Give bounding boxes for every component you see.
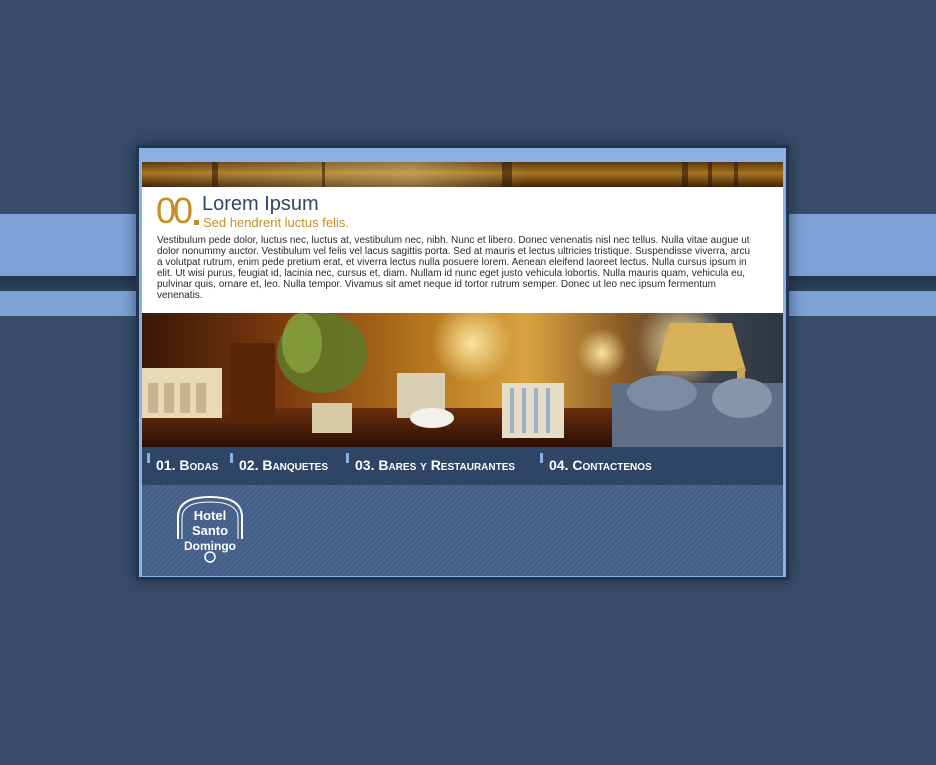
header-beam [502,162,512,187]
section-subtitle: Sed hendrerit luctus felis. [203,215,349,230]
nav-item-bares-restaurantes[interactable]: 03. Bares y Restaurantes [346,453,515,477]
header-beam [734,162,738,187]
nav-item-contactenos[interactable]: 04. Contactenos [540,453,652,477]
page-frame: 00 Lorem Ipsum Sed hendrerit luctus feli… [136,145,789,580]
nav-item-bodas[interactable]: 01. Bodas [147,453,218,477]
logo-text-domingo: Domingo [184,539,236,553]
logo-text-hotel: Hotel [194,508,227,523]
lobby-photo-illustration [142,313,783,447]
section-number-dot [194,220,199,225]
section-body-text: Vestibulum pede dolor, luctus nec, luctu… [157,235,751,301]
hotel-logo[interactable]: Hotel Santo Domingo [172,493,248,565]
header-beam [682,162,688,187]
section-title: Lorem Ipsum [202,193,319,215]
footer: Hotel Santo Domingo [142,485,783,576]
lobby-photo [142,313,783,447]
header-beam [322,162,325,187]
intro-section: 00 Lorem Ipsum Sed hendrerit luctus feli… [142,187,783,313]
nav-item-banquetes[interactable]: 02. Banquetes [230,453,328,477]
logo-text-santo: Santo [192,523,228,538]
header-beam [708,162,712,187]
header-beam [212,162,218,187]
content-panel: 00 Lorem Ipsum Sed hendrerit luctus feli… [142,162,783,576]
main-nav: 01. Bodas 02. Banquetes 03. Bares y Rest… [142,447,783,485]
section-number: 00 [156,190,193,231]
header-photo-strip [142,162,783,187]
